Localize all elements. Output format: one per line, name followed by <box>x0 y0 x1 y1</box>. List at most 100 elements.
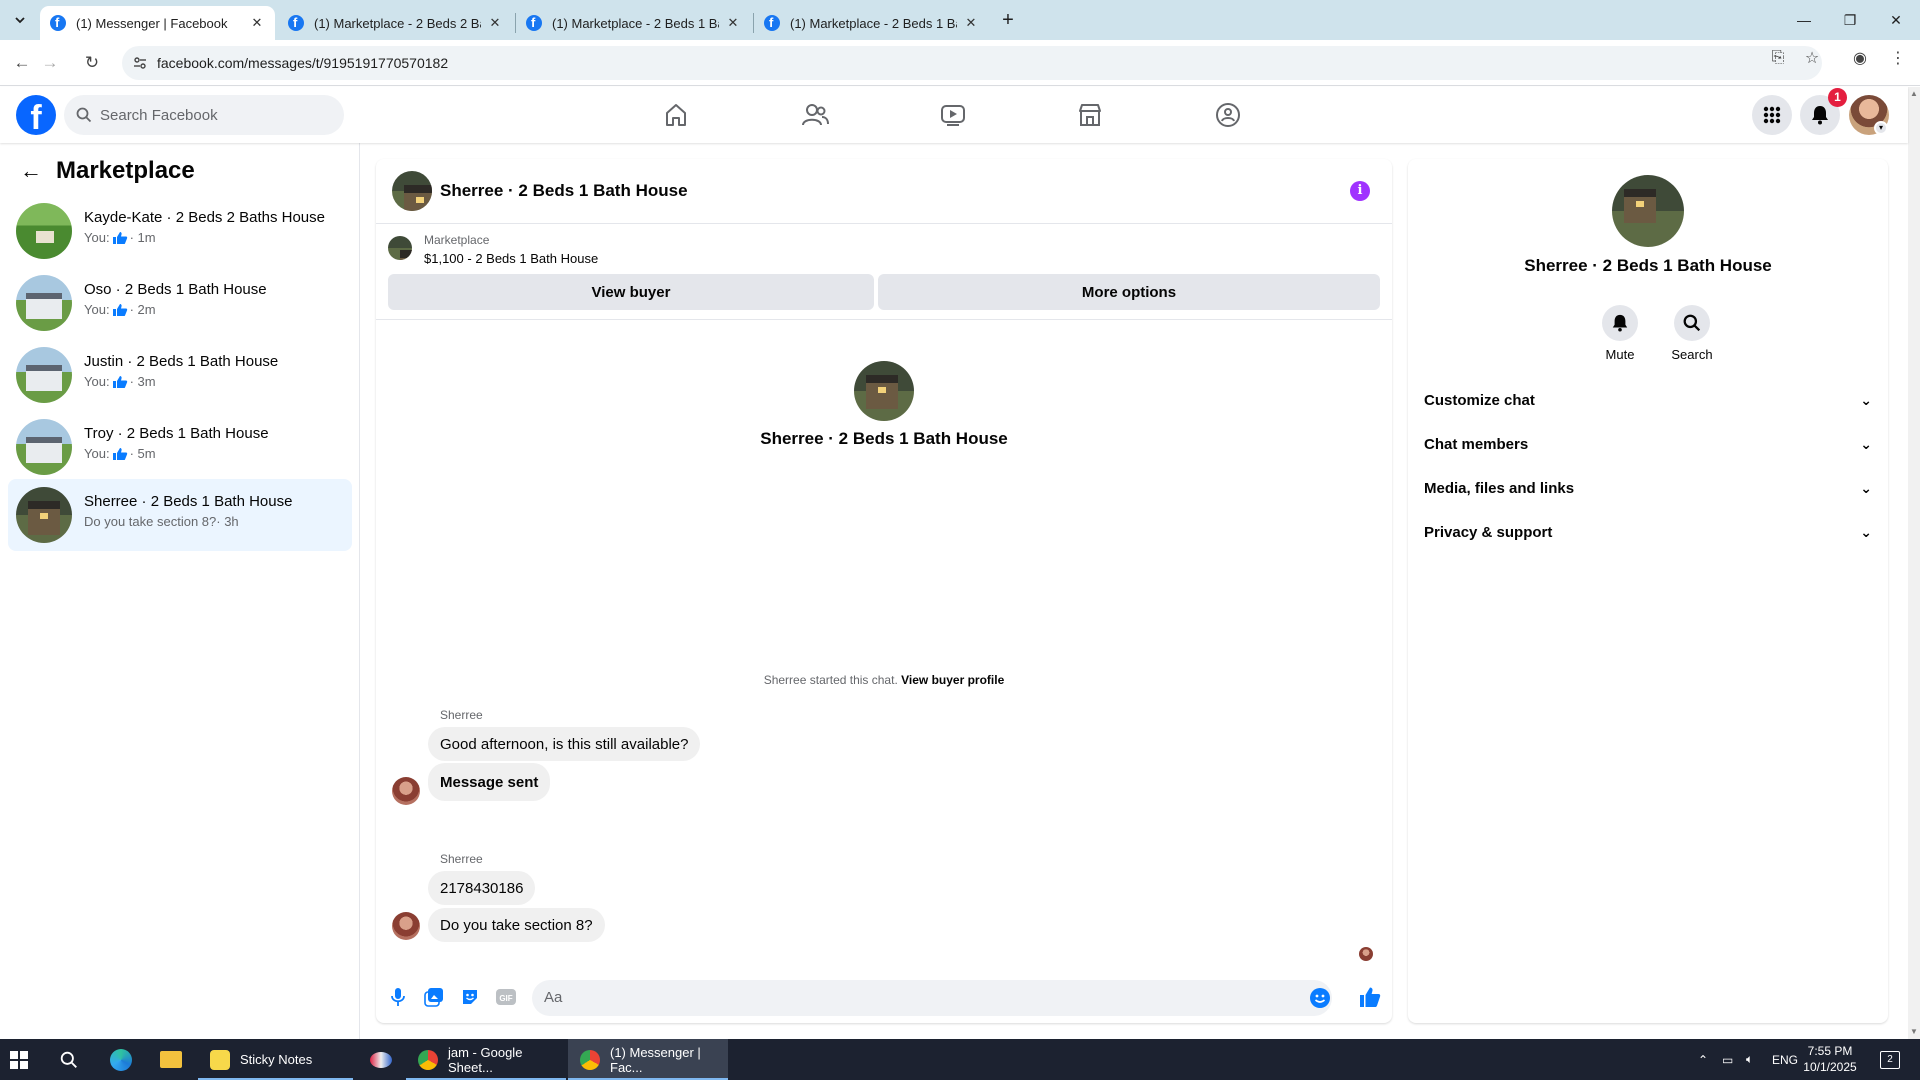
new-tab-button[interactable]: + <box>996 8 1020 32</box>
groups-icon <box>1216 103 1240 127</box>
chat-item-troy[interactable]: Troy · 2 Beds 1 Bath House You: · 5m <box>8 411 352 483</box>
friends-icon <box>802 104 829 126</box>
browser-tab-messenger[interactable]: (1) Messenger | Facebook ✕ <box>40 6 275 40</box>
taskbar-search-button[interactable] <box>60 1039 84 1080</box>
volume-icon[interactable]: 🔈︎ <box>1746 1039 1753 1080</box>
sender-name: Sherree <box>440 708 483 722</box>
close-tab-icon[interactable]: ✕ <box>725 15 741 31</box>
info-icon[interactable]: i <box>1350 181 1370 201</box>
site-info-icon[interactable] <box>132 55 148 71</box>
taskbar-app-google-sheets[interactable]: jam - Google Sheet... <box>406 1039 566 1080</box>
taskbar-app-sticky-notes[interactable]: Sticky Notes <box>198 1039 353 1080</box>
address-bar[interactable]: facebook.com/messages/t/9195191770570182 <box>122 46 1822 80</box>
scroll-down-icon[interactable]: ▼ <box>1910 1027 1918 1036</box>
section-media-files-links[interactable]: Media, files and links ⌄ <box>1424 470 1872 506</box>
notification-center-button[interactable]: 2 <box>1880 1039 1900 1080</box>
conversation-avatar[interactable] <box>392 171 432 211</box>
mute-button[interactable]: Mute <box>1590 305 1650 362</box>
search-in-conversation-button[interactable]: Search <box>1662 305 1722 362</box>
section-customize-chat[interactable]: Customize chat ⌄ <box>1424 382 1872 418</box>
chat-item-oso[interactable]: Oso · 2 Beds 1 Bath House You: · 2m <box>8 267 352 339</box>
restore-window-button[interactable]: ❐ <box>1827 0 1873 40</box>
mute-button-circle[interactable] <box>1602 305 1638 341</box>
marketplace-nav-icon[interactable] <box>1070 95 1110 135</box>
gaming-nav-icon[interactable] <box>1208 95 1248 135</box>
listing-thumbnail <box>388 236 412 260</box>
conversation-header: Sherree · 2 Beds 1 Bath House i <box>376 159 1392 224</box>
sender-avatar[interactable] <box>392 777 420 805</box>
minimize-window-button[interactable]: — <box>1781 0 1827 40</box>
svg-text:GIF: GIF <box>499 994 512 1003</box>
start-button[interactable] <box>10 1039 38 1080</box>
taskbar-clock[interactable]: 7:55 PM 10/1/2025 <box>1795 1043 1865 1075</box>
search-placeholder: Search Facebook <box>100 107 218 124</box>
sticky-notes-icon <box>210 1049 230 1070</box>
menu-grid-button[interactable] <box>1752 95 1792 135</box>
sticker-button[interactable] <box>458 985 482 1009</box>
facebook-logo-icon[interactable]: f <box>16 95 56 135</box>
windows-taskbar: Sticky Notes jam - Google Sheet... (1) M… <box>0 1039 1920 1080</box>
install-app-icon[interactable]: ⎘ <box>1768 48 1788 68</box>
search-button-circle[interactable] <box>1674 305 1710 341</box>
chat-item-kayde-kate[interactable]: Kayde-Kate · 2 Beds 2 Baths House You: ·… <box>8 195 352 267</box>
back-arrow-icon[interactable]: ← <box>20 158 42 184</box>
forward-button[interactable]: → <box>37 50 63 76</box>
send-like-button[interactable] <box>1358 985 1382 1009</box>
chrome-icon <box>418 1049 438 1070</box>
taskbar-app-game[interactable] <box>370 1039 400 1080</box>
chat-item-preview: You: · 1m <box>84 230 156 245</box>
close-tab-icon[interactable]: ✕ <box>963 15 979 31</box>
facebook-search-input[interactable]: Search Facebook <box>64 95 344 135</box>
intro-title: Sherree · 2 Beds 1 Bath House <box>760 429 1008 448</box>
tab-search-button[interactable] <box>8 8 32 32</box>
menu-kebab-icon[interactable]: ⋮ <box>1888 48 1908 68</box>
chat-list-header: ← Marketplace <box>20 157 195 185</box>
browser-tab-marketplace-1[interactable]: (1) Marketplace - 2 Beds 2 Baths ✕ <box>278 6 513 40</box>
browser-tab-marketplace-2[interactable]: (1) Marketplace - 2 Beds 1 Bath ✕ <box>516 6 751 40</box>
close-tab-icon[interactable]: ✕ <box>249 15 265 31</box>
network-icon[interactable]: ▭ <box>1722 1039 1733 1080</box>
gif-button[interactable]: GIF <box>494 985 518 1009</box>
section-chat-members[interactable]: Chat members ⌄ <box>1424 426 1872 462</box>
page-scrollbar[interactable]: ▲ ▼ <box>1908 87 1920 1039</box>
file-explorer-icon[interactable] <box>160 1039 184 1080</box>
view-buyer-profile-link[interactable]: View buyer profile <box>901 673 1004 687</box>
friends-nav-icon[interactable] <box>795 95 835 135</box>
chrome-icon <box>580 1049 600 1070</box>
browser-tab-marketplace-3[interactable]: (1) Marketplace - 2 Beds 1 Bath ✕ <box>754 6 989 40</box>
message-bubble[interactable]: Message sent <box>428 763 551 801</box>
back-button[interactable]: ← <box>9 50 35 76</box>
preview-prefix: You: <box>84 302 110 317</box>
message-input[interactable]: Aa <box>532 980 1332 1016</box>
taskbar-app-messenger[interactable]: (1) Messenger | Fac... <box>568 1039 728 1080</box>
photo-icon <box>424 988 443 1007</box>
thumbs-up-icon <box>112 231 127 244</box>
show-hidden-icons[interactable]: ⌃ <box>1698 1039 1708 1080</box>
watch-nav-icon[interactable] <box>933 95 973 135</box>
chat-item-preview: You: · 5m <box>84 446 156 461</box>
profile-icon[interactable]: ◉ <box>1850 48 1870 68</box>
tab-title: (1) Messenger | Facebook <box>76 15 228 31</box>
edge-browser-icon[interactable] <box>110 1039 136 1080</box>
reload-button[interactable]: ↻ <box>79 50 105 76</box>
close-tab-icon[interactable]: ✕ <box>487 15 503 31</box>
chat-item-justin[interactable]: Justin · 2 Beds 1 Bath House You: · 3m <box>8 339 352 411</box>
sender-avatar[interactable] <box>392 912 420 940</box>
message-bubble[interactable]: Good afternoon, is this still available? <box>428 727 701 761</box>
listing-price-title[interactable]: $1,100 - 2 Beds 1 Bath House <box>424 251 598 266</box>
scroll-up-icon[interactable]: ▲ <box>1910 89 1918 98</box>
message-bubble[interactable]: Do you take section 8? <box>428 908 605 942</box>
voice-clip-button[interactable] <box>386 985 410 1009</box>
emoji-icon[interactable] <box>1310 988 1330 1008</box>
chat-item-sherree[interactable]: Sherree · 2 Beds 1 Bath House Do you tak… <box>8 479 352 551</box>
view-buyer-button[interactable]: View buyer <box>388 274 874 310</box>
conversation-title[interactable]: Sherree · 2 Beds 1 Bath House <box>440 181 688 201</box>
section-label: Media, files and links <box>1424 479 1575 497</box>
bookmark-star-icon[interactable]: ☆ <box>1802 48 1822 68</box>
home-nav-icon[interactable] <box>656 95 696 135</box>
attach-photo-button[interactable] <box>422 985 446 1009</box>
message-bubble[interactable]: 2178430186 <box>428 871 536 905</box>
more-options-button[interactable]: More options <box>878 274 1380 310</box>
section-privacy-support[interactable]: Privacy & support ⌄ <box>1424 514 1872 550</box>
close-window-button[interactable]: ✕ <box>1873 0 1919 40</box>
